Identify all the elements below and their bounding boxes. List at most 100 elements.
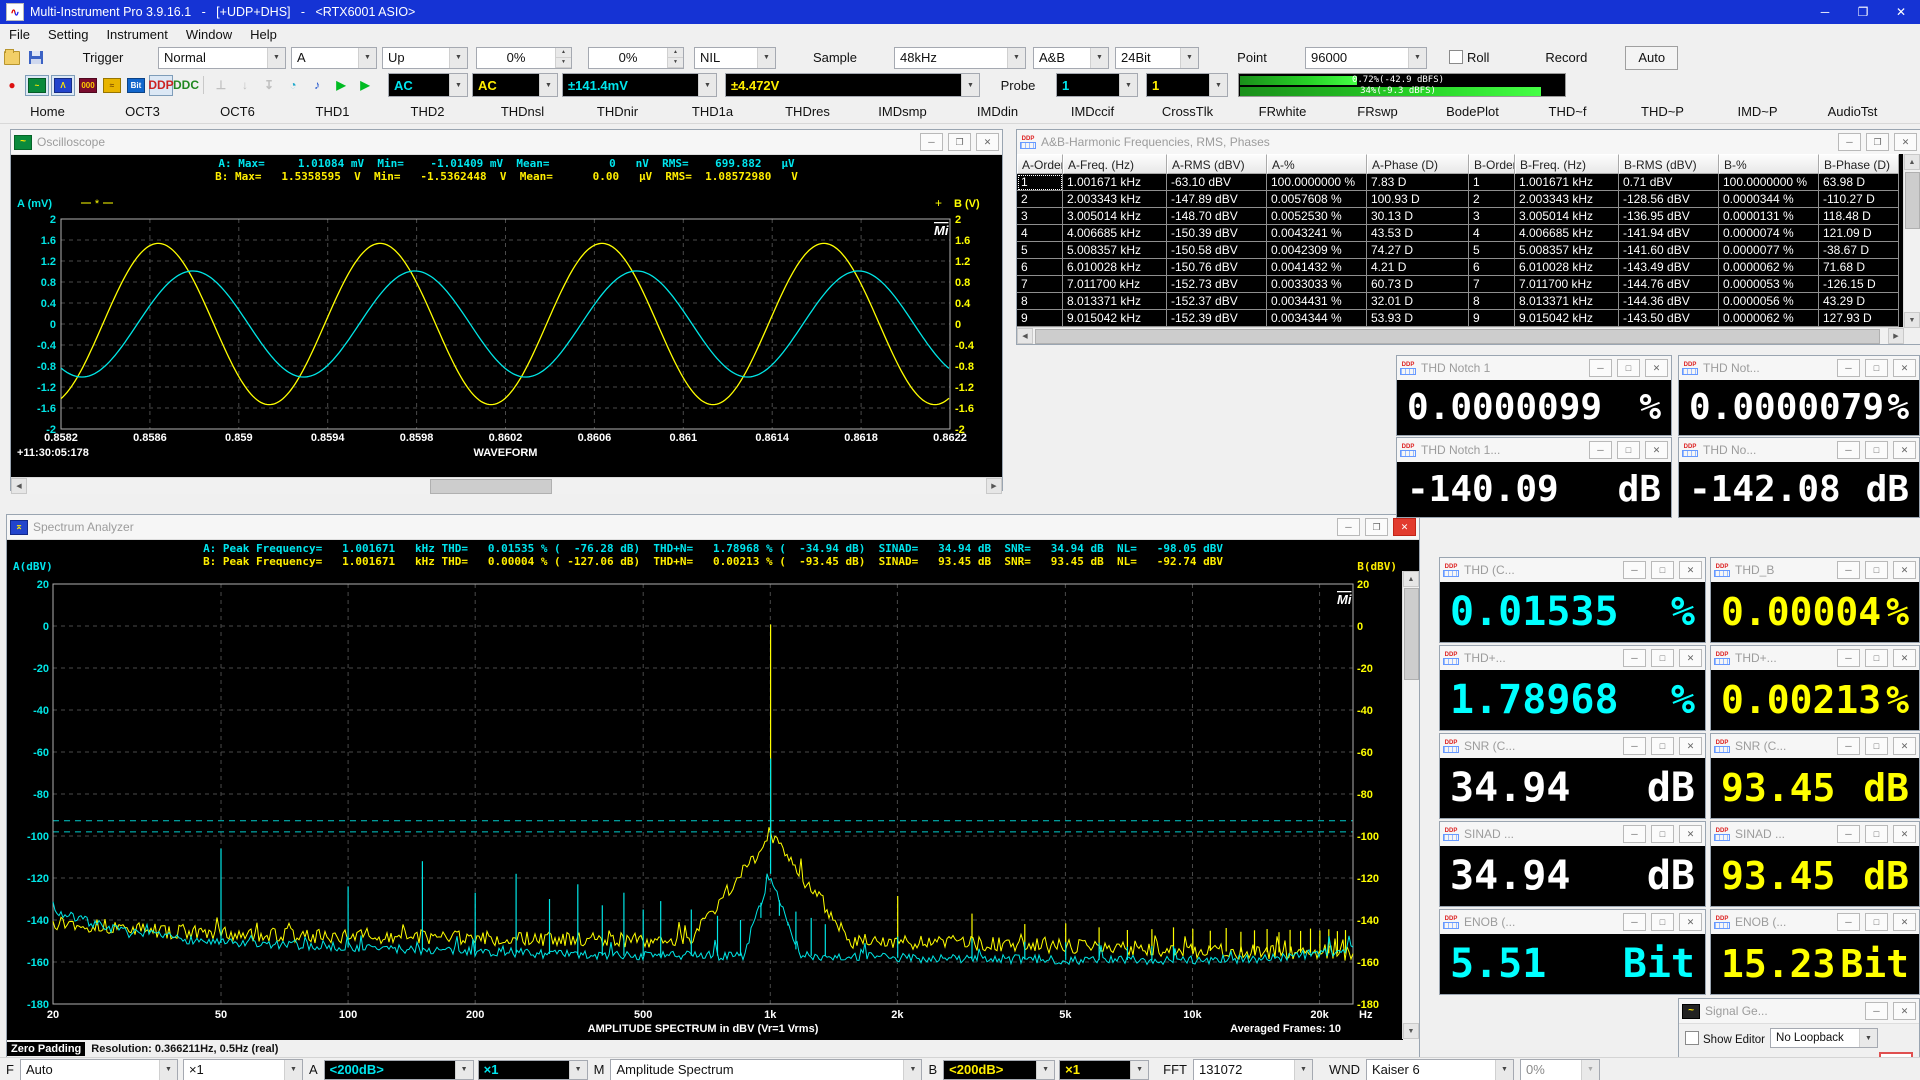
- signal-generator-titlebar[interactable]: ~ Signal Ge... ─ ✕: [1679, 999, 1919, 1024]
- ddp-meter-titlebar[interactable]: DDPSNR (C...─□✕: [1440, 734, 1705, 759]
- minimize-button[interactable]: ─: [1806, 0, 1844, 24]
- maximize-button[interactable]: □: [1865, 737, 1888, 755]
- column-header[interactable]: A-RMS (dBV): [1167, 154, 1267, 174]
- maximize-button[interactable]: □: [1651, 649, 1674, 667]
- tab-thd~p[interactable]: THD~P: [1615, 102, 1710, 121]
- table-row[interactable]: 33.005014 kHz-148.70 dBV0.0052530 %30.13…: [1017, 208, 1904, 225]
- close-icon[interactable]: ✕: [1893, 825, 1916, 843]
- minimize-button[interactable]: ─: [1837, 913, 1860, 931]
- harmonics-hscrollbar[interactable]: ◀▶: [1017, 327, 1904, 344]
- column-header[interactable]: B-Phase (D): [1819, 154, 1899, 174]
- trigger-level-stepper[interactable]: 0%▲▼: [476, 47, 572, 69]
- minimize-button[interactable]: ─: [1837, 441, 1860, 459]
- spectrum-3d-plot-icon[interactable]: ≈: [101, 76, 123, 95]
- trigger-delay-stepper[interactable]: 0%▲▼: [588, 47, 684, 69]
- ddp-meter-titlebar[interactable]: DDPTHD Notch 1─□✕: [1397, 356, 1671, 381]
- minimize-button[interactable]: ─: [1623, 649, 1646, 667]
- ddp-meter-titlebar[interactable]: DDPTHD_B─□✕: [1711, 558, 1919, 583]
- ddp-meter-titlebar[interactable]: DDPTHD+...─□✕: [1440, 646, 1705, 671]
- table-row[interactable]: 22.003343 kHz-147.89 dBV0.0057608 %100.9…: [1017, 191, 1904, 208]
- maximize-button[interactable]: □: [1651, 561, 1674, 579]
- spectrum-mode-select[interactable]: Amplitude Spectrum▼: [610, 1059, 922, 1080]
- close-icon[interactable]: ✕: [1893, 1002, 1916, 1020]
- ddp-meter-titlebar[interactable]: DDPSINAD ...─□✕: [1711, 822, 1919, 847]
- roll-checkbox[interactable]: Roll: [1449, 50, 1489, 65]
- ddp-meter-titlebar[interactable]: DDPENOB (...─□✕: [1711, 910, 1919, 935]
- oscilloscope-titlebar[interactable]: ~ Oscilloscope ─ ❐ ✕: [11, 130, 1002, 155]
- tab-bodeplot[interactable]: BodePlot: [1425, 102, 1520, 121]
- minimize-button[interactable]: ─: [1589, 359, 1612, 377]
- coupling-b-select[interactable]: AC▼: [472, 73, 558, 97]
- close-icon[interactable]: ✕: [976, 133, 999, 151]
- oscilloscope-icon[interactable]: ~: [25, 75, 49, 96]
- tab-audiotst[interactable]: AudioTst: [1805, 102, 1900, 121]
- menu-setting[interactable]: Setting: [39, 25, 97, 44]
- tab-thd1a[interactable]: THD1a: [665, 102, 760, 121]
- minimize-button[interactable]: ─: [1337, 518, 1360, 536]
- play-icon[interactable]: ▶: [330, 76, 352, 95]
- minimize-button[interactable]: ─: [1838, 133, 1861, 151]
- column-header[interactable]: B-%: [1719, 154, 1819, 174]
- column-header[interactable]: A-%: [1267, 154, 1367, 174]
- column-header[interactable]: A-Phase (D): [1367, 154, 1469, 174]
- auto-button[interactable]: Auto: [1625, 46, 1678, 70]
- minimize-button[interactable]: ─: [1623, 561, 1646, 579]
- loop-play-icon[interactable]: ▶: [354, 76, 376, 95]
- close-icon[interactable]: ✕: [1893, 561, 1916, 579]
- maximize-button[interactable]: □: [1651, 913, 1674, 931]
- b-range-select[interactable]: <200dB>▼: [943, 1060, 1055, 1080]
- maximize-button[interactable]: □: [1651, 825, 1674, 843]
- table-row[interactable]: 66.010028 kHz-150.76 dBV0.0041432 %4.21 …: [1017, 259, 1904, 276]
- tab-thdnir[interactable]: THDnir: [570, 102, 665, 121]
- maximize-button[interactable]: □: [1865, 561, 1888, 579]
- multimeter-icon[interactable]: 000: [77, 76, 99, 95]
- coupling-a-select[interactable]: AC▼: [388, 73, 468, 97]
- close-icon[interactable]: ✕: [1679, 737, 1702, 755]
- tab-imdsmp[interactable]: IMDsmp: [855, 102, 950, 121]
- tab-crosstlk[interactable]: CrossTlk: [1140, 102, 1235, 121]
- tab-thdres[interactable]: THDres: [760, 102, 855, 121]
- range-b-select[interactable]: ±4.472V▼: [725, 73, 980, 97]
- save-file-icon[interactable]: [25, 48, 47, 67]
- a-range-select[interactable]: <200dB>▼: [324, 1060, 474, 1080]
- maximize-button[interactable]: □: [1617, 359, 1640, 377]
- fft-size-select[interactable]: 131072▼: [1193, 1059, 1313, 1080]
- minimize-button[interactable]: ─: [1837, 737, 1860, 755]
- close-icon[interactable]: ✕: [1679, 913, 1702, 931]
- scope-hscrollbar[interactable]: ◀▶: [11, 477, 1002, 494]
- show-editor-checkbox[interactable]: Show Editor: [1685, 1031, 1765, 1046]
- column-header[interactable]: B-Order: [1469, 154, 1515, 174]
- minimize-button[interactable]: ─: [1837, 825, 1860, 843]
- minimize-button[interactable]: ─: [1837, 649, 1860, 667]
- tab-oct3[interactable]: OCT3: [95, 102, 190, 121]
- run-indicator-icon[interactable]: ●: [1, 76, 23, 95]
- ddp-meter-titlebar[interactable]: DDPTHD+...─□✕: [1711, 646, 1919, 671]
- spectrum-vscrollbar[interactable]: ▲▼: [1402, 571, 1419, 1039]
- ddp-meter-titlebar[interactable]: DDPSINAD ...─□✕: [1440, 822, 1705, 847]
- close-icon[interactable]: ✕: [1893, 649, 1916, 667]
- spectrum-analyzer-icon[interactable]: Λ: [51, 75, 75, 96]
- tab-thd2[interactable]: THD2: [380, 102, 475, 121]
- tab-imd~p[interactable]: IMD~P: [1710, 102, 1805, 121]
- close-icon[interactable]: ✕: [1893, 737, 1916, 755]
- tab-home[interactable]: Home: [0, 102, 95, 121]
- tab-thd1[interactable]: THD1: [285, 102, 380, 121]
- b-zoom-select[interactable]: ×1▼: [1059, 1060, 1149, 1080]
- close-button[interactable]: ✕: [1882, 0, 1920, 24]
- chart-options-icon[interactable]: ◔: [282, 76, 304, 95]
- table-row[interactable]: 11.001671 kHz-63.10 dBV100.0000000 %7.83…: [1017, 174, 1904, 191]
- maximize-button[interactable]: □: [1865, 359, 1888, 377]
- maximize-button[interactable]: □: [1651, 737, 1674, 755]
- ddp-meter-titlebar[interactable]: DDPTHD Notch 1...─□✕: [1397, 438, 1671, 463]
- table-row[interactable]: 44.006685 kHz-150.39 dBV0.0043241 %43.53…: [1017, 225, 1904, 242]
- minimize-button[interactable]: ─: [920, 133, 943, 151]
- column-header[interactable]: A-Freq. (Hz): [1063, 154, 1167, 174]
- minimize-button[interactable]: ─: [1589, 441, 1612, 459]
- restore-button[interactable]: ❐: [948, 133, 971, 151]
- close-icon[interactable]: ✕: [1645, 359, 1668, 377]
- tab-frswp[interactable]: FRswp: [1330, 102, 1425, 121]
- menu-file[interactable]: File: [0, 25, 39, 44]
- ddp-meter-titlebar[interactable]: DDPTHD (C...─□✕: [1440, 558, 1705, 583]
- freq-axis-mode-select[interactable]: Auto▼: [20, 1059, 178, 1080]
- minimize-button[interactable]: ─: [1623, 825, 1646, 843]
